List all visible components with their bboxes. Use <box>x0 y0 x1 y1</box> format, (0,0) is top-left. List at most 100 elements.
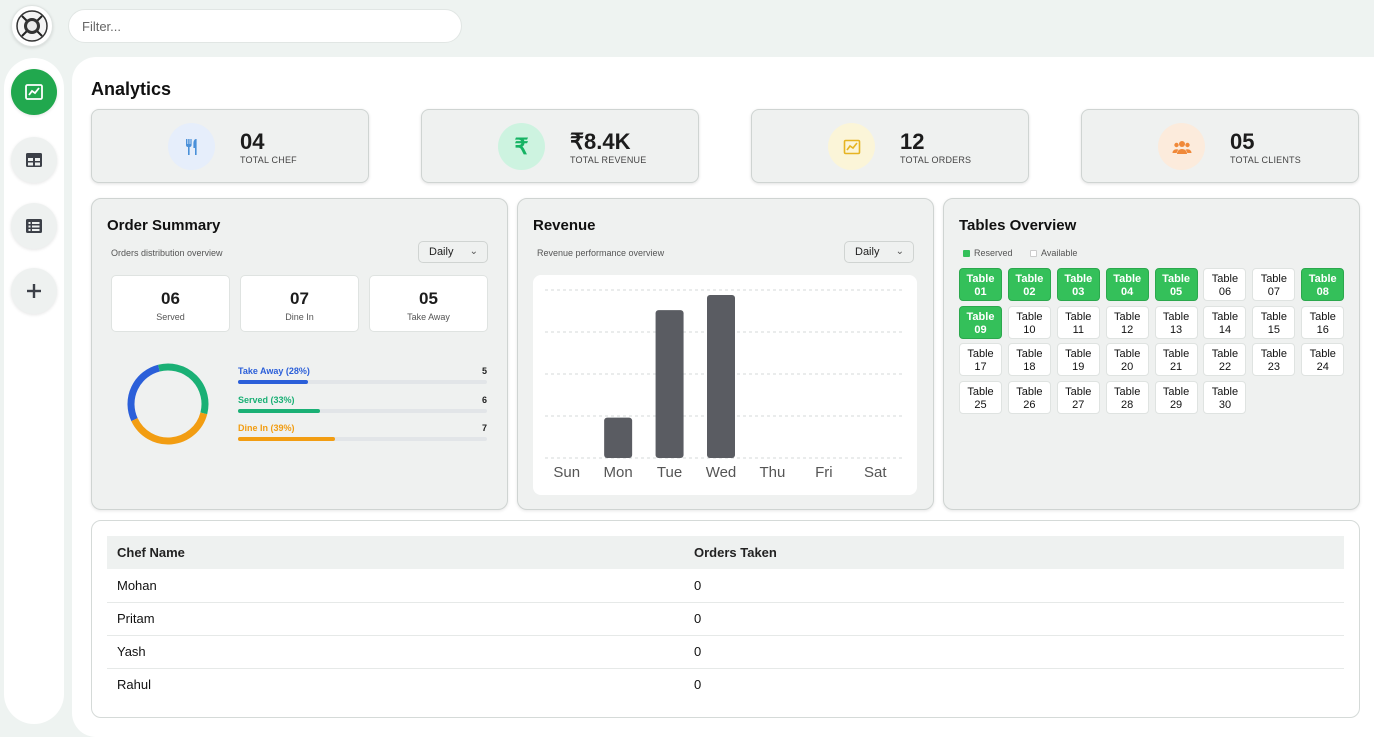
table-27-available[interactable]: Table 27 <box>1056 380 1100 414</box>
table-number: 17 <box>974 361 987 374</box>
breakdown-count: 7 <box>481 423 487 433</box>
table-name: Table <box>1015 273 1044 285</box>
table-name: Table <box>1016 385 1043 398</box>
table-number: 18 <box>1023 361 1036 374</box>
table-row: Mohan 0 <box>107 569 1344 603</box>
table-04-reserved[interactable]: Table 04 <box>1105 268 1149 301</box>
app-logo[interactable] <box>11 5 53 47</box>
legend-reserved: Reserved <box>963 248 1013 258</box>
count-value: 05 <box>419 289 438 308</box>
table-30-available[interactable]: Table 30 <box>1203 380 1247 414</box>
table-06-available[interactable]: Table 06 <box>1203 268 1247 301</box>
tables-grid: Table 01 Table 02 Table 03 Table 04 Table 05 Table… <box>959 268 1345 414</box>
fork-knife-icon <box>168 123 215 170</box>
table-name: Table <box>1309 310 1336 323</box>
breakdown-label: Take Away (28%) <box>238 366 310 376</box>
progress-track <box>238 437 487 441</box>
order-summary-period-select[interactable]: Daily ⌄ <box>418 241 488 263</box>
table-number: 26 <box>1023 398 1036 411</box>
x-tick-label: Wed <box>706 464 737 481</box>
x-tick-label: Sun <box>553 464 580 481</box>
donut-slice <box>131 412 208 445</box>
chef-name-cell: Rahul <box>117 677 151 693</box>
table-name: Table <box>1064 273 1093 285</box>
stat-card-total-orders: 12 Total Orders <box>751 109 1029 183</box>
table-number: 09 <box>974 323 987 336</box>
table-08-reserved[interactable]: Table 08 <box>1301 268 1345 301</box>
table-02-reserved[interactable]: Table 02 <box>1007 268 1051 301</box>
table-14-available[interactable]: Table 14 <box>1203 305 1247 339</box>
table-26-available[interactable]: Table 26 <box>1007 380 1051 414</box>
table-15-available[interactable]: Table 15 <box>1252 305 1296 339</box>
table-01-reserved[interactable]: Table 01 <box>959 268 1002 301</box>
table-name: Table <box>1114 385 1141 398</box>
table-name: Table <box>966 273 995 285</box>
table-10-available[interactable]: Table 10 <box>1007 305 1051 339</box>
chef-name-cell: Yash <box>107 635 684 669</box>
table-number: 07 <box>1267 286 1280 298</box>
sidebar-item-tables[interactable] <box>11 137 57 183</box>
table-07-available[interactable]: Table 07 <box>1252 268 1296 301</box>
search-input[interactable] <box>68 9 462 43</box>
count-label: Dine In <box>285 312 314 322</box>
revenue-bar-tue[interactable] <box>655 310 684 458</box>
table-20-available[interactable]: Table 20 <box>1105 343 1149 377</box>
table-05-reserved[interactable]: Table 05 <box>1154 268 1198 301</box>
table-number: 13 <box>1169 323 1183 336</box>
table-25-available[interactable]: Table 25 <box>959 380 1002 414</box>
table-28-available[interactable]: Table 28 <box>1105 380 1149 414</box>
table-12-available[interactable]: Table 12 <box>1105 305 1149 339</box>
sidebar-item-analytics[interactable] <box>11 69 57 115</box>
add-icon <box>27 284 41 298</box>
table-18-available[interactable]: Table 18 <box>1007 343 1051 377</box>
table-19-available[interactable]: Table 19 <box>1056 343 1100 377</box>
table-13-available[interactable]: Table 13 <box>1154 305 1198 339</box>
revenue-bar-mon[interactable] <box>604 417 633 458</box>
chef-name-cell: Mohan <box>107 569 684 603</box>
table-number: 08 <box>1316 286 1329 298</box>
table-name: Table <box>1016 348 1043 361</box>
x-tick-label: Fri <box>815 464 833 481</box>
table-name: Table <box>1260 310 1287 323</box>
table-name: Table <box>1113 273 1142 285</box>
table-29-available[interactable]: Table 29 <box>1154 380 1198 414</box>
breakdown-count: 6 <box>481 395 487 405</box>
revenue-panel: Revenue Revenue performance overview Dai… <box>517 198 934 510</box>
table-name: Table <box>1309 348 1336 361</box>
orders-taken-cell: 0 <box>684 602 1344 636</box>
table-row: Pritam 0 <box>107 602 1344 636</box>
orders-taken-cell: 0 <box>684 635 1344 669</box>
table-22-available[interactable]: Table 22 <box>1203 343 1247 377</box>
table-09-reserved[interactable]: Table 09 <box>959 305 1002 339</box>
table-name: Table <box>1211 385 1239 398</box>
table-11-available[interactable]: Table 11 <box>1056 305 1100 339</box>
table-name: Table <box>1308 273 1337 285</box>
sidebar <box>4 58 64 724</box>
legend-swatch <box>1030 249 1037 257</box>
table-03-reserved[interactable]: Table 03 <box>1056 268 1100 301</box>
panel-subtitle: Orders distribution overview <box>111 248 223 258</box>
table-17-available[interactable]: Table 17 <box>959 343 1002 377</box>
count-value: 07 <box>290 289 309 308</box>
main-content: Analytics 04 Total Chef ₹ ₹8.4K Total Re… <box>72 57 1374 737</box>
revenue-period-select[interactable]: Daily ⌄ <box>844 241 914 263</box>
table-number: 19 <box>1072 361 1085 374</box>
table-21-available[interactable]: Table 21 <box>1154 343 1198 377</box>
panel-title: Revenue <box>533 217 596 234</box>
stat-card-total-revenue: ₹ ₹8.4K Total Revenue <box>421 109 699 183</box>
donut-slice <box>127 364 160 422</box>
chef-logo-icon <box>16 10 48 42</box>
sidebar-item-add[interactable] <box>11 268 57 314</box>
table-16-available[interactable]: Table 16 <box>1301 305 1345 339</box>
sidebar-item-menu[interactable] <box>11 203 57 249</box>
table-number: 16 <box>1316 323 1329 336</box>
stat-card-total-chef: 04 Total Chef <box>91 109 369 183</box>
x-tick-label: Tue <box>657 464 682 481</box>
table-name: Table <box>1114 310 1141 323</box>
users-icon <box>1158 123 1205 170</box>
take-away-count-card: 05 Take Away <box>369 275 488 332</box>
table-24-available[interactable]: Table 24 <box>1301 343 1345 377</box>
revenue-bar-wed[interactable] <box>707 295 735 458</box>
table-name: Table <box>1162 310 1190 323</box>
table-23-available[interactable]: Table 23 <box>1252 343 1296 377</box>
